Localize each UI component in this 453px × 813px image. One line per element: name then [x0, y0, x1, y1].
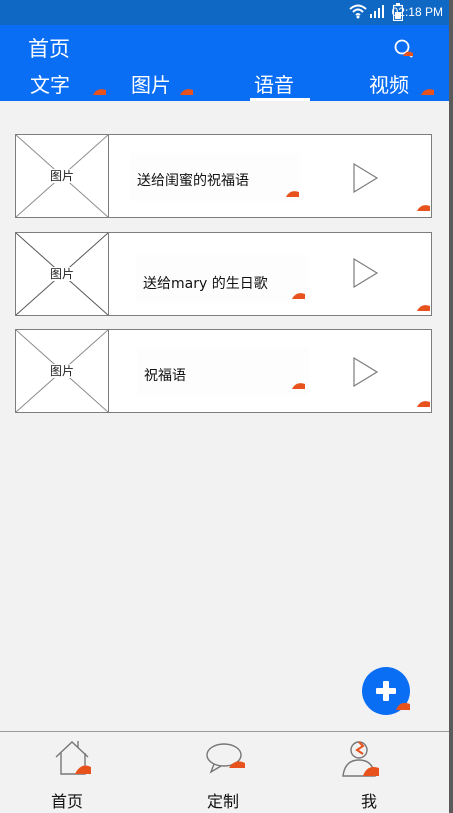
nav-item-customize[interactable]: 定制 — [163, 732, 283, 813]
play-icon[interactable] — [353, 258, 379, 288]
thumbnail-placeholder: 图片 — [16, 233, 109, 315]
bottom-navigation: 首页 定制 我 — [0, 731, 449, 813]
annotation-mark-icon — [417, 401, 430, 407]
play-icon[interactable] — [353, 357, 379, 387]
signal-icon — [370, 5, 384, 18]
tab-text[interactable]: 文字 — [30, 69, 70, 98]
nav-item-me[interactable]: 我 — [309, 732, 429, 813]
thumbnail-label: 图片 — [45, 364, 78, 378]
active-tab-indicator — [250, 98, 310, 101]
status-bar: 02:18 PM — [0, 0, 449, 25]
nav-label: 首页 — [50, 792, 83, 811]
annotation-mark-icon — [93, 89, 106, 95]
tab-video[interactable]: 视频 — [369, 69, 409, 98]
nav-label: 我 — [360, 792, 377, 811]
status-time: 02:18 PM — [391, 5, 443, 19]
annotation-mark-icon — [292, 293, 305, 299]
chat-bubble-icon — [206, 743, 245, 774]
annotation-mark-icon — [292, 383, 305, 389]
annotation-mark-icon — [180, 89, 193, 95]
annotation-mark-icon — [286, 191, 299, 197]
tab-image[interactable]: 图片 — [131, 69, 171, 98]
app-header: 首页 文字 图片 语音 视频 — [0, 25, 449, 101]
page-title: 首页 — [28, 37, 70, 61]
item-title: 祝福语 — [144, 368, 186, 384]
device-edge — [449, 0, 453, 813]
item-title: 送给mary 的生日歌 — [143, 276, 268, 292]
list-item[interactable]: 图片 祝福语 — [15, 329, 432, 413]
annotation-mark-icon — [417, 205, 430, 211]
list-item[interactable]: 图片 送给闺蜜的祝福语 — [15, 134, 432, 218]
search-icon — [394, 39, 413, 58]
phone-screen: 02:18 PM 首页 文字 图片 语音 视频 图片 送给闺蜜的祝福语 图片 送… — [0, 0, 449, 813]
user-icon — [342, 741, 379, 777]
plus-icon — [376, 681, 410, 710]
home-icon — [55, 741, 91, 775]
thumbnail-label: 图片 — [45, 169, 78, 183]
thumbnail-placeholder: 图片 — [16, 135, 109, 217]
annotation-mark-icon — [417, 305, 430, 311]
play-icon[interactable] — [353, 163, 379, 193]
item-title: 送给闺蜜的祝福语 — [137, 173, 249, 189]
thumbnail-placeholder: 图片 — [16, 330, 109, 412]
add-button[interactable] — [362, 667, 410, 715]
annotation-mark-icon — [421, 89, 434, 95]
nav-label: 定制 — [206, 792, 239, 811]
thumbnail-label: 图片 — [45, 267, 78, 281]
search-button[interactable] — [392, 37, 416, 61]
wifi-icon — [349, 4, 367, 19]
nav-item-home[interactable]: 首页 — [7, 732, 127, 813]
tab-voice[interactable]: 语音 — [254, 69, 294, 98]
list-item[interactable]: 图片 送给mary 的生日歌 — [15, 232, 432, 316]
